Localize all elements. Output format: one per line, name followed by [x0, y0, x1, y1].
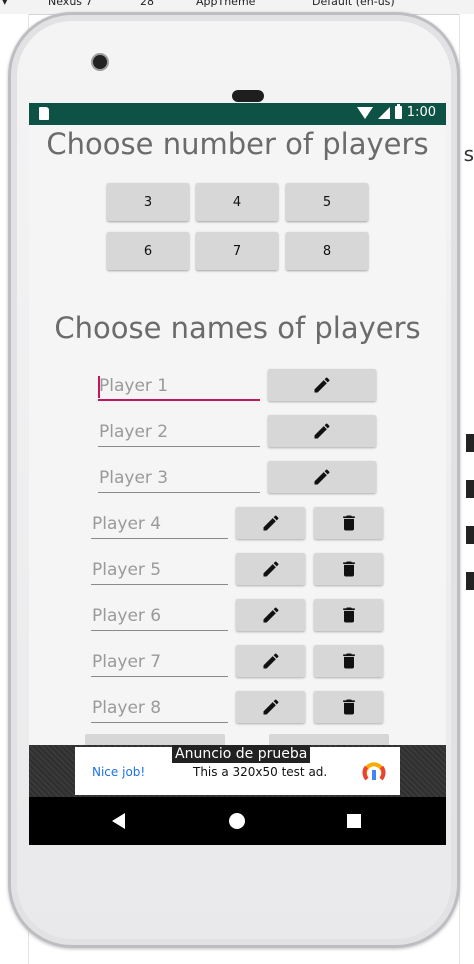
test-ad-label: Anuncio de prueba — [172, 745, 311, 763]
status-time: 1:00 — [406, 105, 436, 120]
ide-marker — [466, 480, 474, 498]
player-6-edit-button[interactable] — [236, 599, 305, 631]
ide-marker — [466, 526, 474, 544]
players-3-button[interactable]: 3 — [107, 183, 189, 221]
ide-side-letter: s — [463, 142, 474, 166]
players-5-button[interactable]: 5 — [286, 183, 368, 221]
player-6-name-input[interactable]: Player 6 — [91, 603, 228, 631]
ide-right-gutter: s — [459, 14, 474, 964]
players-4-button[interactable]: 4 — [196, 183, 278, 221]
battery-icon — [394, 104, 402, 119]
player-1-name-input[interactable]: Player 1 — [98, 373, 260, 401]
player-5-delete-button[interactable] — [314, 553, 383, 585]
player-8-placeholder: Player 8 — [92, 698, 162, 718]
recents-icon[interactable] — [347, 814, 361, 828]
trash-icon — [342, 561, 355, 577]
player-5-name-input[interactable]: Player 5 — [91, 557, 228, 585]
pencil-icon — [314, 377, 330, 393]
player-3-placeholder: Player 3 — [99, 468, 169, 488]
text-cursor — [98, 376, 100, 398]
player-2-placeholder: Player 2 — [99, 422, 169, 442]
ad-nice-job-text: Nice job! — [92, 765, 146, 779]
player-7-delete-button[interactable] — [314, 645, 383, 677]
pencil-icon — [263, 561, 279, 577]
front-camera — [91, 53, 109, 71]
player-8-name-input[interactable]: Player 8 — [91, 695, 228, 723]
player-1-placeholder: Player 1 — [99, 376, 169, 396]
player-6-placeholder: Player 6 — [92, 606, 162, 626]
number-of-players-heading: Choose number of players — [46, 127, 429, 161]
player-4-delete-button[interactable] — [314, 507, 383, 539]
player-8-edit-button[interactable] — [236, 691, 305, 723]
ide-menu-arrow[interactable]: ▾ — [2, 0, 8, 8]
navigation-bar — [29, 797, 446, 845]
player-5-placeholder: Player 5 — [92, 560, 162, 580]
names-of-players-heading: Choose names of players — [54, 311, 421, 345]
players-8-button[interactable]: 8 — [286, 232, 368, 270]
player-2-edit-button[interactable] — [268, 415, 376, 447]
ide-locale-selector[interactable]: Default (en-us) — [312, 0, 395, 8]
player-2-name-input[interactable]: Player 2 — [98, 419, 260, 447]
trash-icon — [342, 699, 355, 715]
player-7-edit-button[interactable] — [236, 645, 305, 677]
pencil-icon — [263, 653, 279, 669]
back-icon[interactable] — [112, 813, 125, 829]
pencil-icon — [314, 469, 330, 485]
trash-icon — [342, 515, 355, 531]
player-3-name-input[interactable]: Player 3 — [98, 465, 260, 493]
wifi-icon — [356, 106, 373, 119]
player-4-name-input[interactable]: Player 4 — [91, 511, 228, 539]
player-5-edit-button[interactable] — [236, 553, 305, 585]
ide-marker — [466, 434, 474, 452]
ad-logo-icon — [362, 762, 386, 781]
trash-icon — [342, 607, 355, 623]
player-1-edit-button[interactable] — [268, 369, 376, 401]
ide-api-selector[interactable]: 28 — [140, 0, 154, 8]
player-8-delete-button[interactable] — [314, 691, 383, 723]
player-6-delete-button[interactable] — [314, 599, 383, 631]
pencil-icon — [263, 515, 279, 531]
player-7-name-input[interactable]: Player 7 — [91, 649, 228, 677]
ide-device-selector[interactable]: Nexus 7 — [48, 0, 93, 8]
ide-theme-selector[interactable]: AppTheme — [196, 0, 255, 8]
status-bar: 1:00 — [29, 103, 446, 125]
ide-marker — [466, 572, 474, 590]
sd-card-icon — [39, 107, 49, 120]
pencil-icon — [314, 423, 330, 439]
trash-icon — [342, 653, 355, 669]
pencil-icon — [263, 699, 279, 715]
earpiece-speaker — [232, 90, 264, 102]
player-3-edit-button[interactable] — [268, 461, 376, 493]
players-6-button[interactable]: 6 — [107, 232, 189, 270]
player-4-placeholder: Player 4 — [92, 514, 162, 534]
pencil-icon — [263, 607, 279, 623]
status-icons: 1:00 — [356, 104, 436, 120]
player-4-edit-button[interactable] — [236, 507, 305, 539]
home-icon[interactable] — [229, 813, 245, 829]
player-7-placeholder: Player 7 — [92, 652, 162, 672]
cell-signal-icon — [377, 106, 390, 119]
phone-screen: 1:00 Choose number of players 3 4 5 6 7 … — [29, 103, 446, 845]
players-7-button[interactable]: 7 — [196, 232, 278, 270]
ad-description: This a 320x50 test ad. — [193, 765, 328, 779]
